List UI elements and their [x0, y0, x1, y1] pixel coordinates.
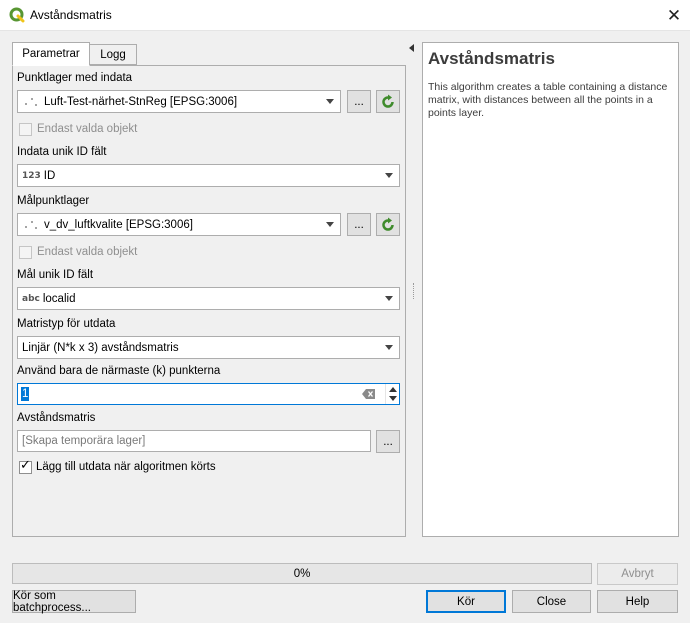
matrix-type-label: Matristyp för utdata	[17, 318, 116, 330]
matrix-type-value: Linjär (N*k x 3) avståndsmatris	[22, 341, 179, 354]
input-id-combo[interactable]: 123 ID	[17, 164, 400, 187]
nearest-k-value: 1	[21, 387, 30, 401]
point-layer-icon	[22, 95, 38, 109]
title-bar: Avståndsmatris ✕	[0, 0, 690, 31]
target-id-label: Mål unik ID fält	[17, 269, 94, 281]
output-path-input[interactable]: [Skapa temporära lager]	[17, 430, 371, 452]
target-layer-combo[interactable]: v_dv_luftkvalite [EPSG:3006]	[17, 213, 341, 236]
add-output-label: Lägg till utdata när algoritmen körts	[36, 461, 216, 473]
iterate-icon	[382, 94, 394, 108]
cancel-button[interactable]: Avbryt	[597, 563, 678, 585]
spin-arrows[interactable]	[385, 384, 399, 404]
spin-up-icon[interactable]	[389, 387, 397, 392]
target-layer-value: v_dv_luftkvalite [EPSG:3006]	[44, 218, 193, 231]
close-button[interactable]: Close	[512, 590, 591, 613]
close-icon[interactable]: ✕	[658, 0, 690, 31]
chevron-down-icon	[385, 296, 393, 301]
nearest-k-label: Använd bara de närmaste (k) punkterna	[17, 365, 221, 377]
chevron-down-icon	[385, 345, 393, 350]
chevron-down-icon	[385, 173, 393, 178]
progress-label: 0%	[293, 567, 311, 580]
tab-parameters[interactable]: Parametrar	[12, 42, 90, 66]
chevron-down-icon	[326, 222, 334, 227]
target-layer-label: Målpunktlager	[17, 195, 90, 207]
point-layer-icon	[22, 218, 38, 232]
input-selected-only-label: Endast valda objekt	[37, 123, 138, 135]
collapse-help-icon[interactable]	[409, 44, 414, 52]
target-id-value: localid	[42, 292, 76, 305]
target-id-combo[interactable]: abc localid	[17, 287, 400, 310]
input-layer-label: Punktlager med indata	[17, 72, 133, 84]
numeric-field-icon: 123	[22, 170, 41, 181]
nearest-k-spinbox[interactable]: 1	[17, 383, 400, 405]
add-output-checkbox[interactable]	[19, 458, 32, 474]
target-selected-only-label: Endast valda objekt	[37, 246, 138, 258]
help-panel: Avståndsmatris This algorithm creates a …	[422, 42, 679, 537]
window-title: Avståndsmatris	[30, 8, 112, 22]
help-title: Avståndsmatris	[428, 49, 555, 68]
progress-bar: 0%	[12, 563, 592, 584]
input-layer-value: Luft-Test-närhet-StnReg [EPSG:3006]	[44, 95, 238, 108]
output-browse-button[interactable]: ...	[376, 430, 400, 453]
target-layer-browse-button[interactable]: ...	[347, 213, 371, 236]
input-layer-iterate-button[interactable]	[376, 90, 400, 113]
clear-icon[interactable]	[362, 389, 376, 399]
input-layer-combo[interactable]: Luft-Test-närhet-StnReg [EPSG:3006]	[17, 90, 341, 113]
input-layer-browse-button[interactable]: ...	[347, 90, 371, 113]
text-field-icon: abc	[22, 293, 40, 304]
splitter-handle[interactable]	[413, 283, 415, 299]
input-selected-only-checkbox[interactable]	[19, 123, 32, 136]
chevron-down-icon	[326, 99, 334, 104]
tab-log[interactable]: Logg	[89, 44, 137, 65]
output-label: Avståndsmatris	[17, 412, 96, 424]
run-button[interactable]: Kör	[426, 590, 506, 613]
qgis-logo-icon	[9, 7, 25, 23]
target-selected-only-checkbox[interactable]	[19, 246, 32, 259]
matrix-type-combo[interactable]: Linjär (N*k x 3) avståndsmatris	[17, 336, 400, 359]
iterate-icon	[382, 217, 394, 231]
help-text: This algorithm creates a table containin…	[428, 81, 668, 119]
input-id-value: ID	[43, 169, 56, 182]
help-button[interactable]: Help	[597, 590, 678, 613]
target-layer-iterate-button[interactable]	[376, 213, 400, 236]
spin-down-icon[interactable]	[389, 396, 397, 401]
run-batch-button[interactable]: Kör som batchprocess...	[12, 590, 136, 614]
input-id-label: Indata unik ID fält	[17, 146, 107, 158]
